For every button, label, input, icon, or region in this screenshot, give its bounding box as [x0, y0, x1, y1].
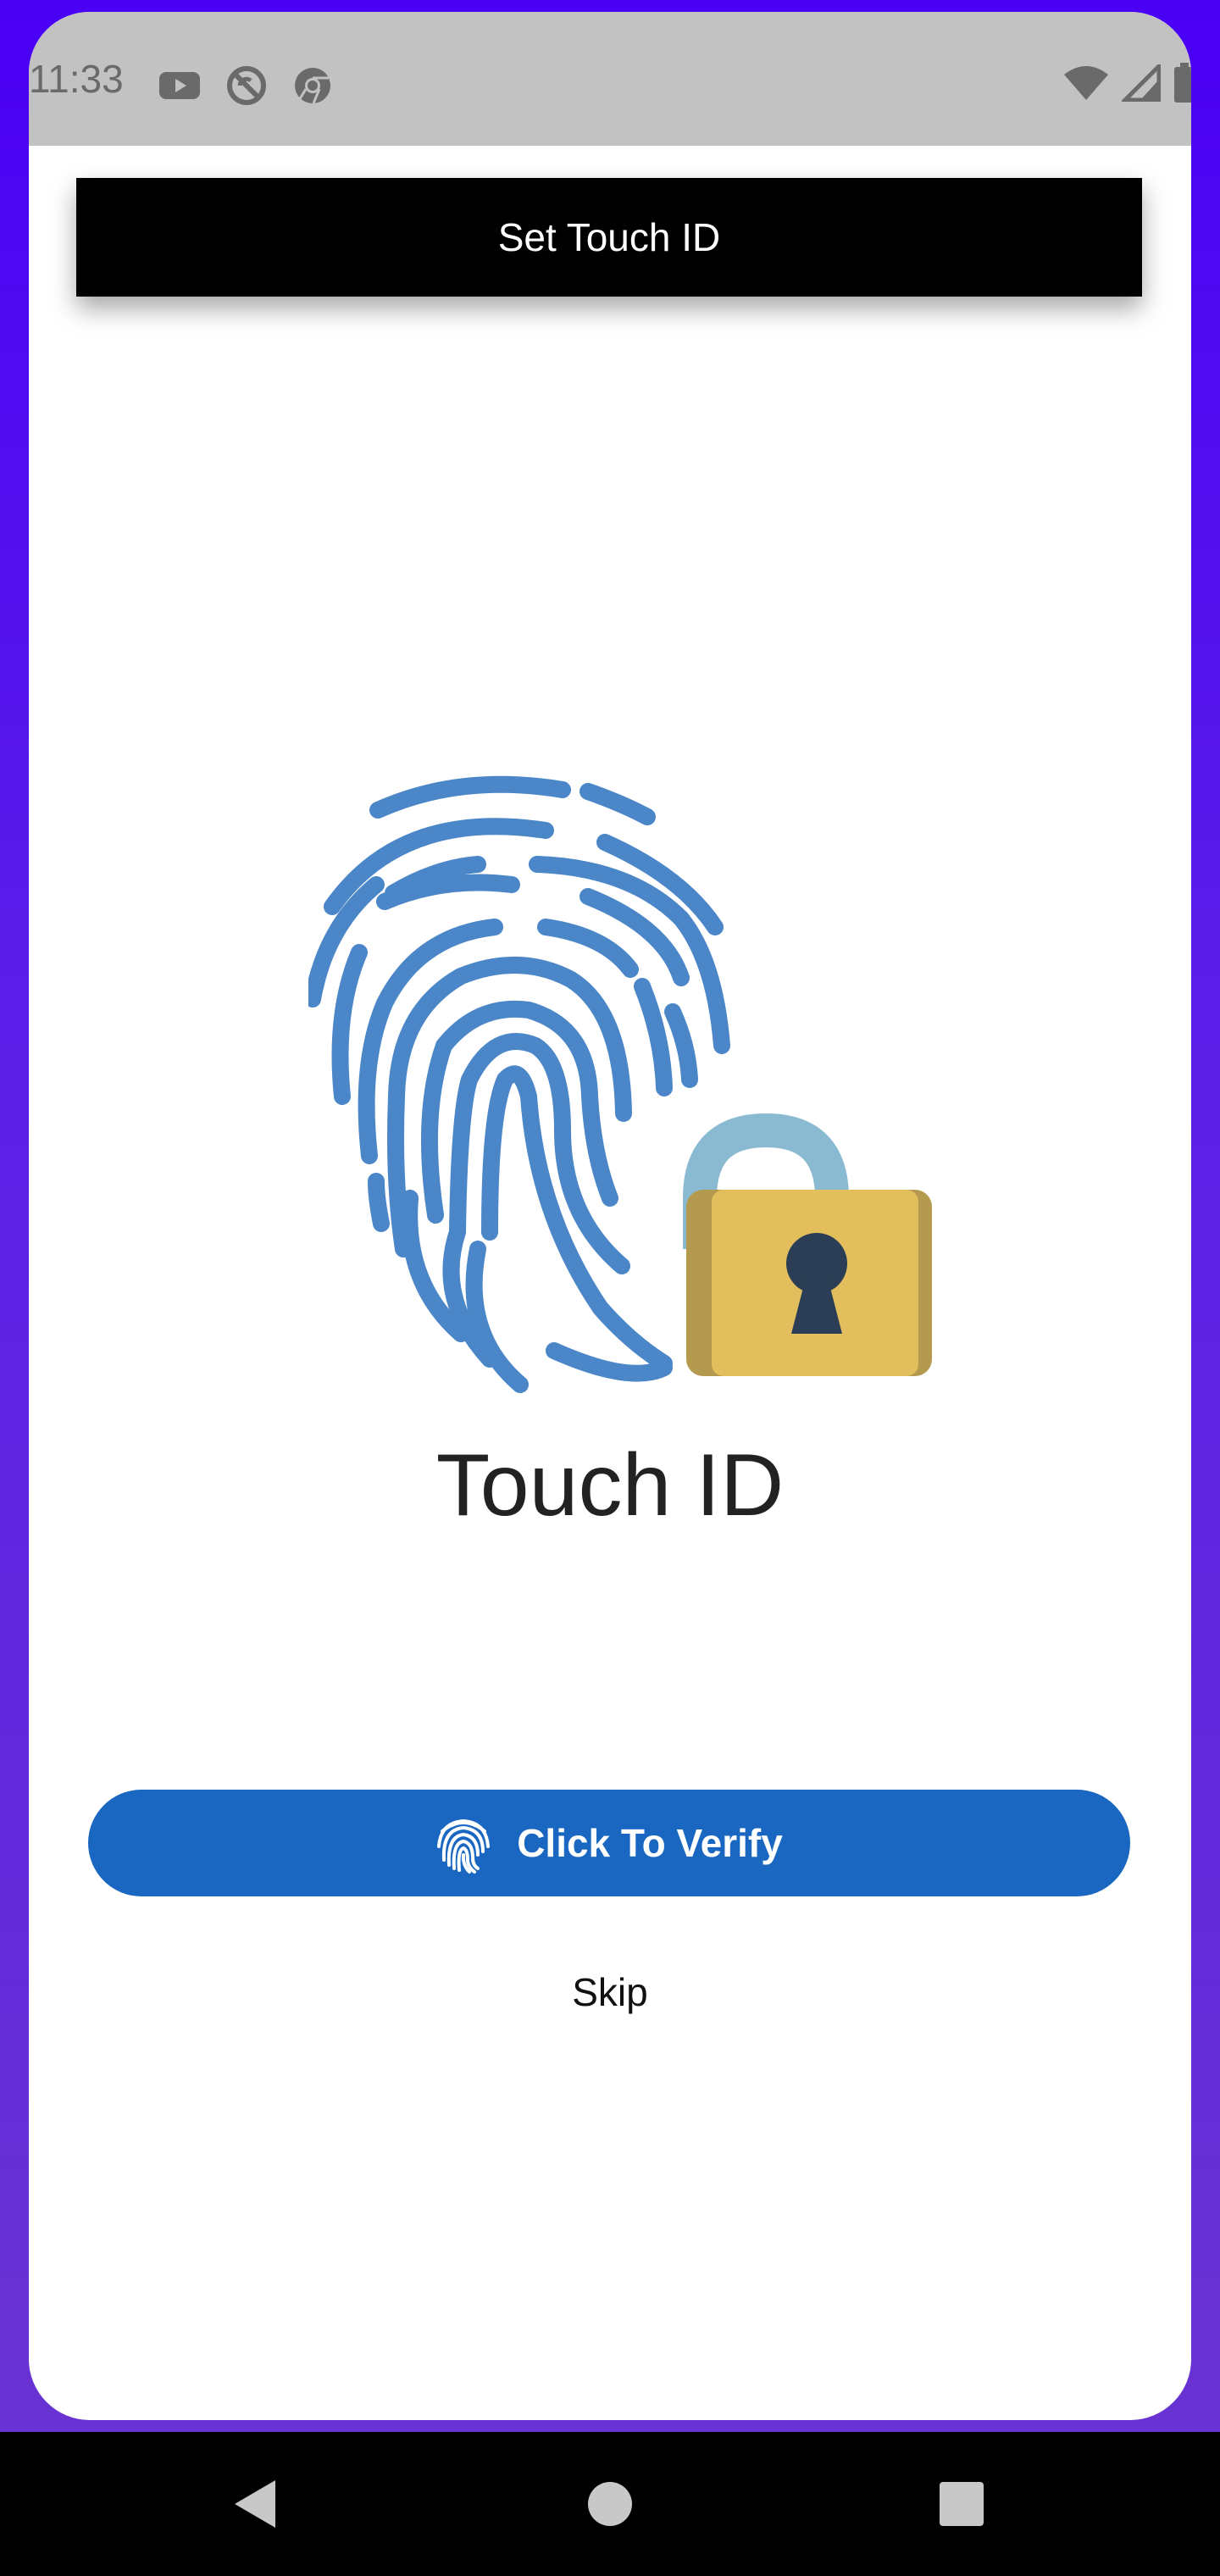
page-title: Touch ID	[435, 1436, 785, 1535]
toolbar-title: Set Touch ID	[497, 215, 721, 259]
wifi-icon	[1064, 66, 1108, 100]
app-screen: 11:33 Set Touch ID Touch ID Click To Ver…	[29, 12, 1191, 2420]
verify-button[interactable]: Click To Verify	[88, 1790, 1130, 1896]
signal-icon	[1122, 64, 1161, 102]
no-sync-icon	[227, 66, 266, 105]
skip-link[interactable]: Skip	[29, 1969, 1191, 2015]
status-bar: 11:33	[29, 12, 1191, 146]
fingerprint-icon	[437, 1818, 491, 1874]
fingerprint-lock-icon	[308, 775, 932, 1393]
home-button[interactable]	[563, 2457, 657, 2551]
battery-icon	[1174, 63, 1191, 103]
back-button[interactable]	[208, 2457, 302, 2551]
status-icons-left	[158, 64, 334, 107]
status-time: 11:33	[29, 57, 124, 101]
system-nav-bar	[0, 2432, 1220, 2576]
home-icon	[588, 2482, 632, 2526]
chrome-icon	[295, 68, 330, 104]
youtube-icon	[159, 72, 200, 99]
verify-button-label: Click To Verify	[517, 1821, 783, 1865]
app-toolbar: Set Touch ID	[76, 178, 1142, 297]
back-icon	[235, 2480, 275, 2528]
recents-icon	[940, 2482, 984, 2526]
recents-button[interactable]	[915, 2457, 1008, 2551]
status-icons-right	[1062, 63, 1191, 103]
